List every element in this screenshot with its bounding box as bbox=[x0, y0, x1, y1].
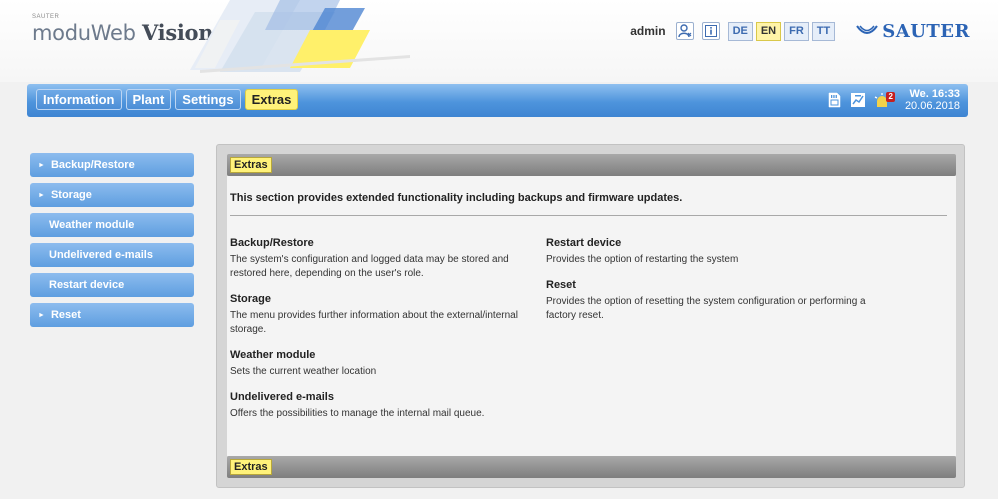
section-title: Undelivered e-mails bbox=[230, 391, 334, 403]
section-description: The menu provides further information ab… bbox=[230, 310, 518, 335]
username: admin bbox=[630, 24, 666, 38]
sidebar-item-label: Undelivered e-mails bbox=[49, 249, 153, 261]
language-fr[interactable]: FR bbox=[784, 21, 809, 41]
sidebar-item-storage[interactable]: ► Storage bbox=[30, 183, 194, 207]
clock-day-time: We. 16:33 bbox=[909, 88, 960, 100]
section-description: Provides the option of resetting the sys… bbox=[546, 296, 866, 321]
clock: We. 16:33 20.06.2018 bbox=[905, 88, 960, 112]
section-storage: Storage The menu provides further inform… bbox=[230, 292, 530, 337]
nav-tabs: Information Plant Settings Extras bbox=[36, 89, 302, 110]
section-backup-restore: Backup/Restore The system's configuratio… bbox=[230, 236, 530, 281]
nav-status-area: 2 We. 16:33 20.06.2018 bbox=[819, 88, 960, 112]
sauter-logo: SAUTER bbox=[856, 21, 970, 42]
section-title: Storage bbox=[230, 293, 271, 305]
main-navigation: Information Plant Settings Extras 2 We. … bbox=[27, 84, 968, 117]
sd-card-icon[interactable] bbox=[825, 91, 843, 109]
tab-plant[interactable]: Plant bbox=[125, 89, 172, 110]
sidebar-item-reset[interactable]: ► Reset bbox=[30, 303, 194, 327]
logo-text: SAUTER bbox=[882, 20, 970, 42]
tab-extras[interactable]: Extras bbox=[244, 89, 299, 110]
section-title: Restart device bbox=[546, 237, 622, 249]
alarm-count-badge: 2 bbox=[886, 92, 895, 102]
section-title: Reset bbox=[546, 279, 576, 291]
brand-name-light: moduWeb bbox=[32, 21, 136, 45]
panel-header-title: Extras bbox=[230, 157, 272, 173]
trend-icon[interactable] bbox=[849, 91, 867, 109]
sidebar-item-label: Storage bbox=[50, 189, 92, 201]
tab-settings[interactable]: Settings bbox=[175, 89, 241, 110]
header-toolbar: admin DE EN FR TT SAUTER bbox=[630, 20, 970, 42]
sidebar: ► Backup/Restore ► Storage Weather modul… bbox=[30, 153, 194, 333]
expand-arrow-icon: ► bbox=[38, 161, 45, 169]
section-description: Offers the possibilities to manage the i… bbox=[230, 408, 485, 419]
panel-header: Extras bbox=[227, 154, 956, 176]
language-tt[interactable]: TT bbox=[811, 21, 836, 41]
tab-information[interactable]: Information bbox=[36, 89, 122, 110]
section-undelivered-emails: Undelivered e-mails Offers the possibili… bbox=[230, 390, 530, 421]
info-icon[interactable] bbox=[701, 22, 720, 40]
sidebar-item-label: Backup/Restore bbox=[50, 159, 135, 171]
panel-footer: Extras bbox=[227, 456, 956, 478]
section-title: Backup/Restore bbox=[230, 237, 314, 249]
section-intro: This section provides extended functiona… bbox=[230, 192, 683, 204]
divider bbox=[230, 215, 947, 216]
section-description: The system's configuration and logged da… bbox=[230, 254, 509, 279]
sidebar-item-weather-module[interactable]: Weather module bbox=[30, 213, 194, 237]
section-reset: Reset Provides the option of resetting t… bbox=[546, 278, 876, 323]
header-decoration-graphic bbox=[190, 0, 410, 73]
panel-footer-title: Extras bbox=[230, 459, 272, 475]
sidebar-item-label: Restart device bbox=[49, 279, 125, 291]
sidebar-item-label: Reset bbox=[50, 309, 81, 321]
left-column: Backup/Restore The system's configuratio… bbox=[230, 236, 530, 432]
expand-arrow-icon: ► bbox=[38, 191, 45, 199]
clock-date: 20.06.2018 bbox=[904, 100, 960, 112]
section-weather-module: Weather module Sets the current weather … bbox=[230, 348, 530, 379]
header: SAUTER moduWeb Vision admin DE EN FR TT … bbox=[0, 0, 998, 82]
sidebar-item-restart-device[interactable]: Restart device bbox=[30, 273, 194, 297]
right-column: Restart device Provides the option of re… bbox=[546, 236, 876, 334]
section-title: Weather module bbox=[230, 349, 316, 361]
language-de[interactable]: DE bbox=[727, 21, 753, 41]
expand-arrow-icon: ► bbox=[38, 311, 45, 319]
panel-body: This section provides extended functiona… bbox=[227, 176, 956, 456]
sidebar-item-backup-restore[interactable]: ► Backup/Restore bbox=[30, 153, 194, 177]
section-description: Sets the current weather location bbox=[230, 366, 377, 377]
sidebar-item-label: Weather module bbox=[49, 219, 135, 231]
sauter-logo-mark-icon bbox=[856, 25, 879, 34]
section-description: Provides the option of restarting the sy… bbox=[546, 254, 739, 265]
alarm-icon[interactable]: 2 bbox=[873, 91, 895, 109]
section-restart-device: Restart device Provides the option of re… bbox=[546, 236, 876, 267]
language-en[interactable]: EN bbox=[755, 21, 782, 41]
content-panel: Extras This section provides extended fu… bbox=[216, 144, 965, 488]
sidebar-item-undelivered-emails[interactable]: Undelivered e-mails bbox=[30, 243, 194, 267]
user-icon[interactable] bbox=[675, 22, 694, 40]
